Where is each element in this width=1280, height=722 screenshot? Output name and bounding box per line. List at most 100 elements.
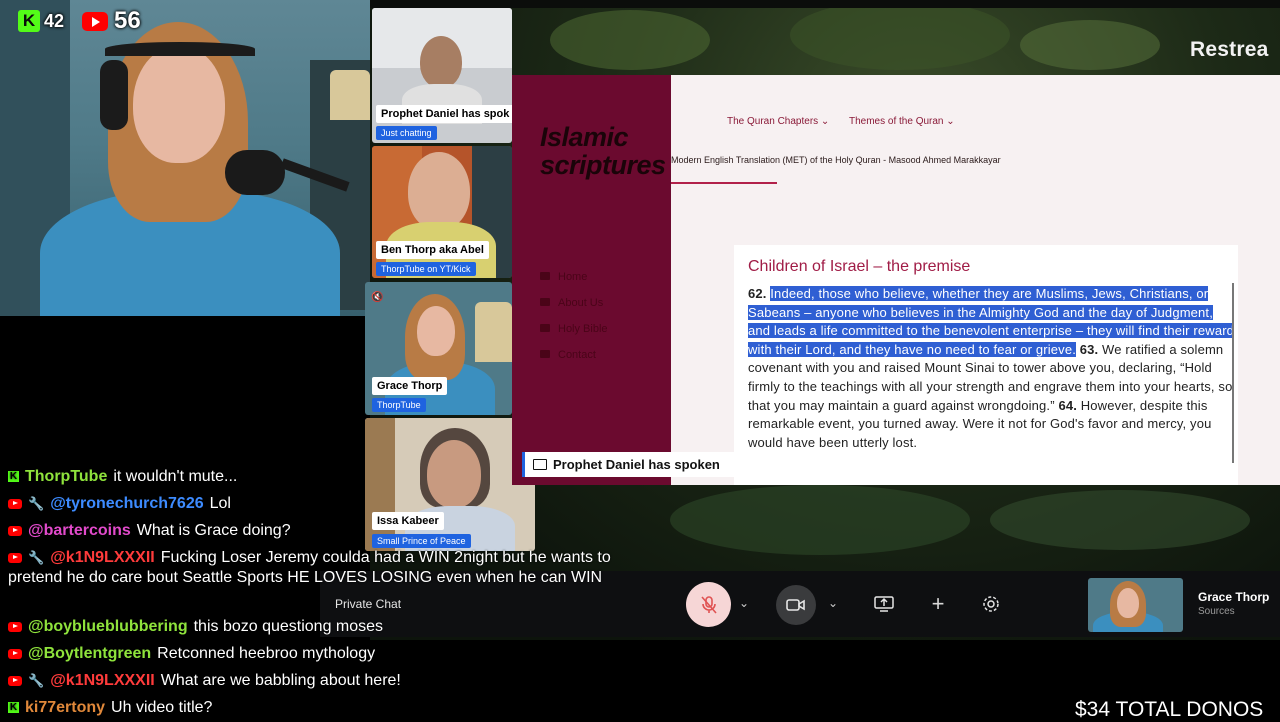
chat-username: ThorpTube: [25, 468, 108, 485]
verse-number: 62.: [748, 286, 767, 301]
youtube-icon: [8, 621, 22, 632]
monitor-icon: [533, 459, 547, 470]
chat-message: 🔧 @tyronechurch7626 Lol: [8, 494, 231, 514]
verse-text: 62. Indeed, those who believe, whether t…: [748, 285, 1236, 452]
sidebar-link-about[interactable]: About Us: [540, 297, 603, 309]
private-chat-button[interactable]: Private Chat: [335, 597, 401, 611]
sidebar-link-home[interactable]: Home: [540, 271, 587, 283]
face: [417, 306, 455, 356]
studio-top-bar: [370, 0, 1280, 8]
site-sidebar: Islamic scriptures Home About Us Holy Bi…: [512, 75, 671, 485]
site-logo: Islamic scriptures: [540, 123, 666, 179]
chat-text: it wouldn't mute...: [113, 468, 238, 485]
participant-face: [408, 152, 470, 230]
moderator-wrench-icon: 🔧: [28, 496, 45, 511]
chat-username: @k1N9LXXXII: [50, 549, 155, 566]
camera-icon: [786, 599, 805, 611]
participant-name: Prophet Daniel has spok: [376, 105, 512, 123]
face: [133, 45, 225, 163]
youtube-count-value: 56: [114, 7, 141, 34]
shared-screen: Islamic scriptures Home About Us Holy Bi…: [512, 75, 1280, 485]
participant-subtitle: ThorpTube: [372, 398, 426, 412]
speaking-banner: Prophet Daniel has spoken: [522, 452, 735, 477]
nav-quran-chapters[interactable]: The Quran Chapters ⌄: [727, 116, 829, 127]
youtube-icon: [8, 648, 22, 659]
foliage-decoration: [670, 485, 970, 555]
foliage-decoration: [550, 10, 710, 70]
participant-face: [420, 36, 462, 88]
youtube-icon: [82, 11, 108, 31]
youtube-viewer-count: 56: [82, 7, 141, 34]
lamp-shade: [475, 302, 512, 362]
kick-viewer-count: K 42: [18, 8, 64, 34]
chat-message: 🔧 @k1N9LXXXII What are we babbling about h…: [8, 671, 401, 691]
participant-tile-prophet-daniel[interactable]: Prophet Daniel has spok Just chatting: [372, 8, 512, 143]
kick-count-value: 42: [44, 10, 65, 31]
lamp-shade: [330, 70, 370, 120]
chat-username: @Boytlentgreen: [28, 645, 152, 662]
moderator-wrench-icon: 🔧: [28, 550, 45, 565]
section-title: Children of Israel – the premise: [748, 258, 971, 275]
foliage-decoration: [790, 0, 1010, 70]
share-screen-button[interactable]: [872, 592, 896, 616]
mic-options-chevron-icon[interactable]: ⌄: [739, 596, 749, 610]
translation-caption: Modern English Translation (MET) of the …: [671, 155, 1001, 165]
book-icon: [540, 324, 550, 332]
share-screen-icon: [874, 596, 894, 612]
moderator-wrench-icon: 🔧: [28, 673, 45, 688]
speaker-muted-icon: 🔇: [371, 292, 384, 303]
chat-message: Kki77ertony Uh video title?: [8, 698, 212, 718]
kick-icon: K: [18, 10, 40, 32]
participant-name: Ben Thorp aka Abel: [376, 241, 489, 259]
chat-text: Retconned heebroo mythology: [157, 645, 376, 662]
self-preview-thumbnail[interactable]: [1088, 578, 1183, 632]
verse-card: Children of Israel – the premise 62. Ind…: [734, 245, 1238, 485]
participant-subtitle: Just chatting: [376, 126, 437, 140]
verse-number: 64.: [1058, 397, 1077, 413]
chat-username: @boyblueblubbering: [28, 618, 188, 635]
chat-text: Lol: [209, 495, 231, 512]
sidebar-link-contact[interactable]: Contact: [540, 349, 596, 361]
participant-tile-grace-thorp[interactable]: 🔇 Grace Thorp ThorpTube: [365, 282, 512, 415]
camera-options-chevron-icon[interactable]: ⌄: [828, 596, 838, 610]
speaking-banner-text: Prophet Daniel has spoken: [553, 457, 720, 472]
scrollbar[interactable]: [1230, 253, 1236, 473]
headphones-band: [105, 42, 255, 56]
mic-muted-icon: [700, 595, 717, 614]
participant-face: [427, 440, 481, 508]
youtube-icon: [8, 552, 22, 563]
headphones-cup: [100, 60, 128, 130]
chat-text: Uh video title?: [111, 699, 213, 716]
scrollbar-thumb[interactable]: [1232, 283, 1234, 463]
participant-tile-issa-kabeer[interactable]: Issa Kabeer Small Prince of Peace: [365, 418, 535, 551]
participant-name: Issa Kabeer: [372, 512, 444, 530]
chat-username: ki77ertony: [25, 699, 106, 716]
nav-themes[interactable]: Themes of the Quran ⌄: [849, 116, 955, 127]
self-name: Grace Thorp: [1198, 590, 1270, 604]
site-logo-line2: scriptures: [540, 150, 666, 180]
chat-text: What are we babbling about here!: [160, 672, 401, 689]
face: [1117, 588, 1139, 618]
restream-logo: Restrea: [1190, 38, 1269, 61]
sidebar-link-holy-bible[interactable]: Holy Bible: [540, 323, 608, 335]
home-icon: [540, 272, 550, 280]
microphone: [225, 150, 285, 195]
mic-toggle-button[interactable]: [686, 582, 731, 627]
participant-tile-ben-thorp[interactable]: Ben Thorp aka Abel ThorpTube on YT/Kick: [372, 146, 512, 278]
camera-toggle-button[interactable]: [776, 585, 816, 625]
participant-subtitle: ThorpTube on YT/Kick: [376, 262, 476, 276]
kick-icon: K: [8, 702, 19, 714]
caption-underline: [671, 182, 777, 184]
foliage-decoration: [1020, 20, 1160, 70]
settings-button[interactable]: [979, 592, 1003, 616]
participant-subtitle: Small Prince of Peace: [372, 534, 471, 548]
verse-number: 63.: [1079, 341, 1099, 357]
kick-icon: K: [8, 471, 19, 483]
chat-message: 🔧 @k1N9LXXXII Fucking Loser Jeremy coulda …: [8, 548, 648, 588]
add-button[interactable]: +: [926, 591, 950, 616]
main-webcam: [0, 0, 370, 316]
chat-username: @bartercoins: [28, 522, 131, 539]
self-sources-label[interactable]: Sources: [1198, 606, 1235, 617]
chat-username: @k1N9LXXXII: [50, 672, 155, 689]
total-donations: $34 TOTAL DONOS: [1075, 698, 1264, 721]
